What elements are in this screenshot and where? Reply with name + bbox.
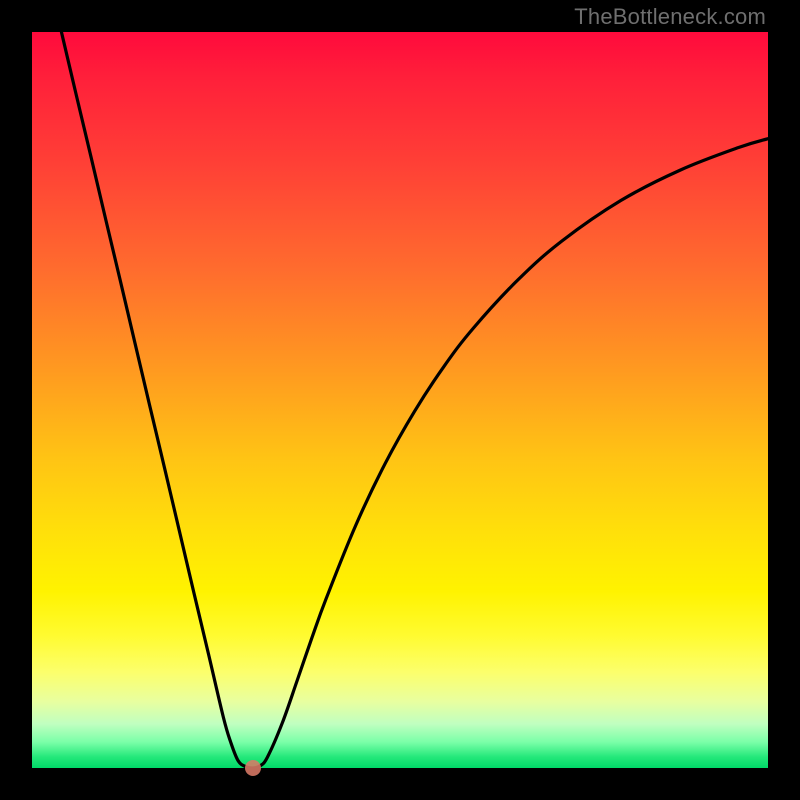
attribution-label: TheBottleneck.com xyxy=(574,4,766,30)
chart-frame: TheBottleneck.com xyxy=(0,0,800,800)
plot-area xyxy=(32,32,768,768)
optimum-marker xyxy=(245,760,261,776)
bottleneck-curve xyxy=(32,32,768,768)
